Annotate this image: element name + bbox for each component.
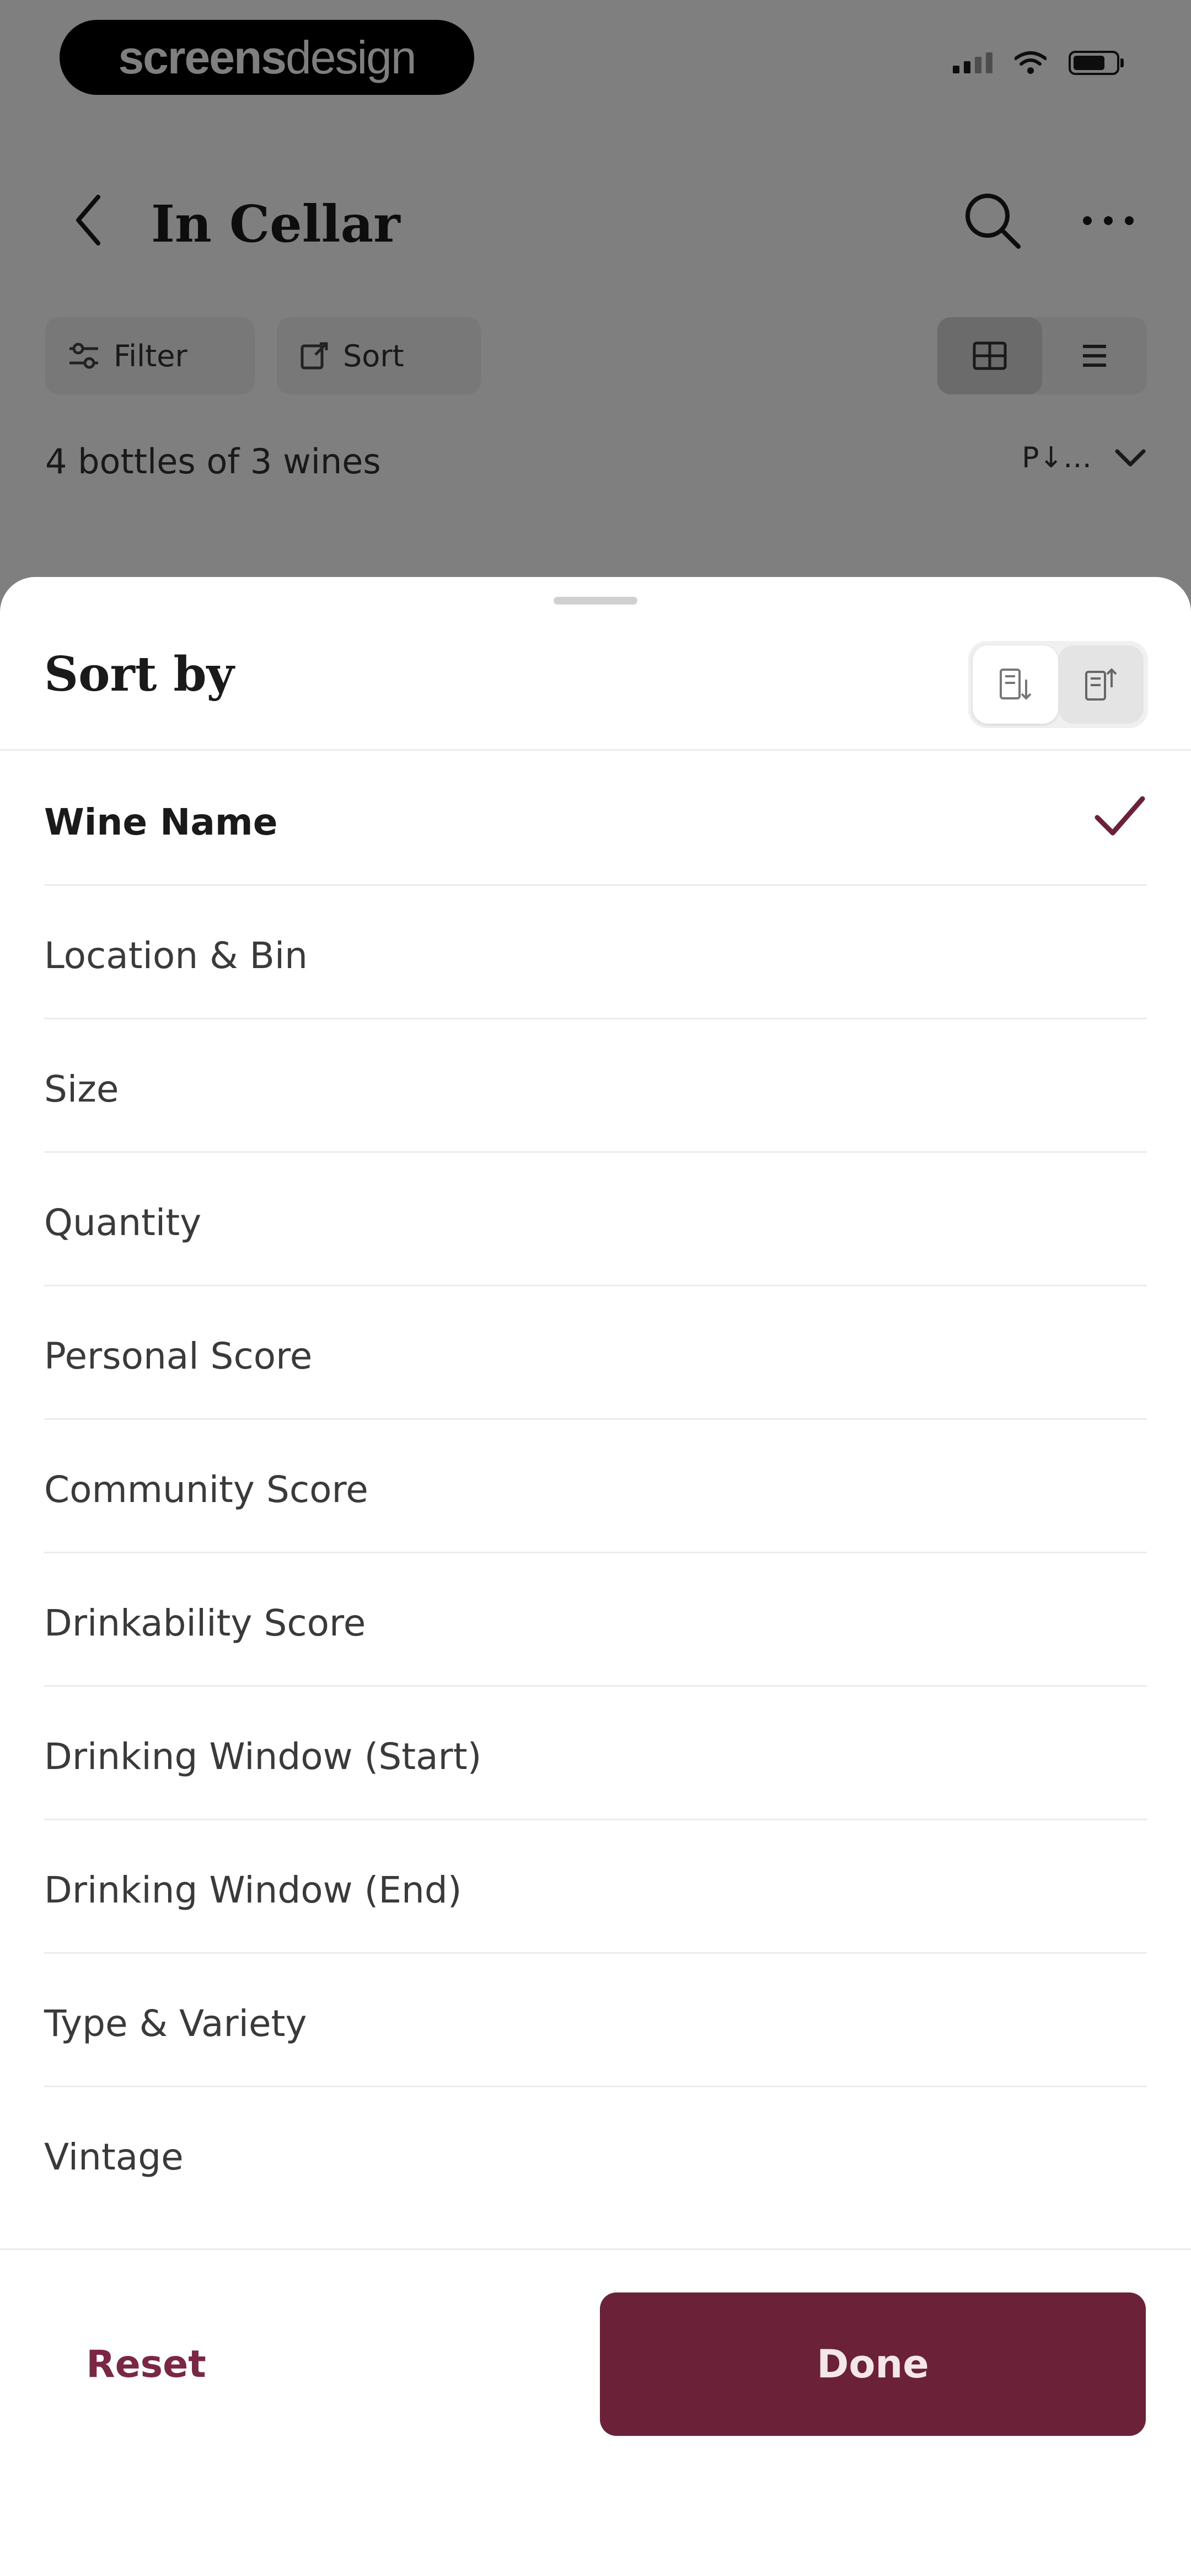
sort-sheet: Sort by Wine Name Location & Bin Size Qu… bbox=[0, 577, 1191, 2576]
sort-option[interactable]: Quantity bbox=[44, 1153, 1147, 1286]
reset-button[interactable]: Reset bbox=[44, 2292, 248, 2436]
sort-descending-button[interactable] bbox=[1058, 645, 1144, 724]
sort-option[interactable]: Location & Bin bbox=[44, 886, 1147, 1019]
sort-descending-icon bbox=[1085, 668, 1117, 701]
header-divider bbox=[0, 749, 1191, 751]
sort-ascending-button[interactable] bbox=[973, 645, 1058, 724]
sort-option[interactable]: Type & Variety bbox=[44, 1954, 1147, 2087]
sort-option-label: Location & Bin bbox=[44, 934, 308, 977]
sort-option[interactable]: Drinking Window (Start) bbox=[44, 1687, 1147, 1820]
checkmark-icon bbox=[1095, 796, 1145, 836]
sheet-title: Sort by bbox=[44, 646, 234, 702]
sort-option[interactable]: Drinking Window (End) bbox=[44, 1820, 1147, 1954]
sort-option[interactable]: Size bbox=[44, 1019, 1147, 1153]
sort-option-label: Type & Variety bbox=[44, 2002, 307, 2045]
sort-option-label: Personal Score bbox=[44, 1335, 313, 1377]
sort-option-label: Drinking Window (Start) bbox=[44, 1735, 482, 1778]
sheet-drag-handle[interactable] bbox=[554, 597, 637, 605]
sort-option-list: Wine Name Location & Bin Size Quantity Perso… bbox=[0, 752, 1191, 2221]
sort-option[interactable]: Personal Score bbox=[44, 1286, 1147, 1420]
sort-option[interactable]: Drinkability Score bbox=[44, 1553, 1147, 1687]
sort-option-label: Size bbox=[44, 1068, 119, 1110]
screen: screensdesign In Cellar bbox=[0, 0, 1191, 2576]
sort-option-label: Community Score bbox=[44, 1468, 368, 1511]
footer-divider bbox=[0, 2248, 1191, 2250]
sort-option[interactable]: Community Score bbox=[44, 1420, 1147, 1553]
sort-order-toggle bbox=[968, 641, 1148, 728]
done-button[interactable]: Done bbox=[600, 2292, 1146, 2436]
sort-option-label: Vintage bbox=[44, 2136, 184, 2178]
sort-option[interactable]: Wine Name bbox=[44, 752, 1147, 886]
sort-option[interactable]: Vintage bbox=[44, 2087, 1147, 2221]
sheet-header: Sort by bbox=[0, 610, 1191, 748]
sort-ascending-icon bbox=[999, 669, 1031, 700]
sort-option-label: Wine Name bbox=[44, 801, 278, 843]
sort-option-label: Drinkability Score bbox=[44, 1602, 366, 1644]
sort-option-label: Drinking Window (End) bbox=[44, 1869, 462, 1911]
sort-option-label: Quantity bbox=[44, 1201, 202, 1244]
